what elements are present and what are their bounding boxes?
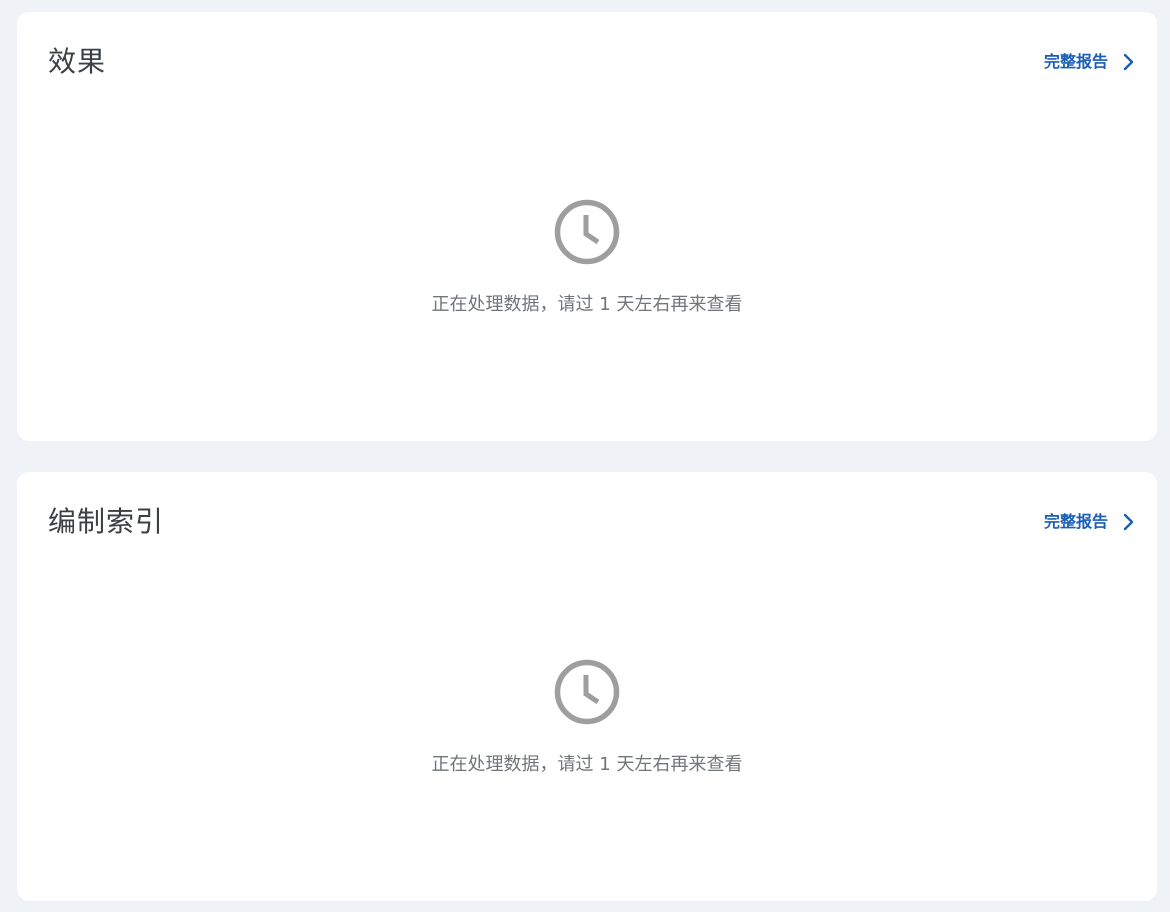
full-report-label: 完整报告 (1043, 52, 1108, 71)
processing-message: 正在处理数据，请过 1 天左右再来查看 (431, 294, 743, 315)
performance-card: 效果 完整报告 正在处理数据，请过 1 天左右再来查看 (17, 12, 1157, 441)
card-title: 编制索引 (48, 505, 165, 538)
empty-state: 正在处理数据，请过 1 天左右再来查看 (17, 658, 1157, 778)
chevron-right-icon (1120, 50, 1136, 74)
page: 效果 完整报告 正在处理数据，请过 1 天左右再来查看 编制索引 完整报告 正在… (0, 0, 1170, 912)
indexing-card: 编制索引 完整报告 正在处理数据，请过 1 天左右再来查看 (17, 472, 1157, 901)
full-report-label: 完整报告 (1043, 512, 1108, 531)
processing-message: 正在处理数据，请过 1 天左右再来查看 (431, 754, 743, 775)
clock-icon (554, 659, 620, 725)
card-title: 效果 (48, 45, 107, 78)
empty-state: 正在处理数据，请过 1 天左右再来查看 (17, 198, 1157, 318)
clock-icon (554, 199, 620, 265)
chevron-right-icon (1120, 510, 1136, 534)
full-report-link[interactable]: 完整报告 (1044, 510, 1136, 534)
full-report-link[interactable]: 完整报告 (1044, 50, 1136, 74)
